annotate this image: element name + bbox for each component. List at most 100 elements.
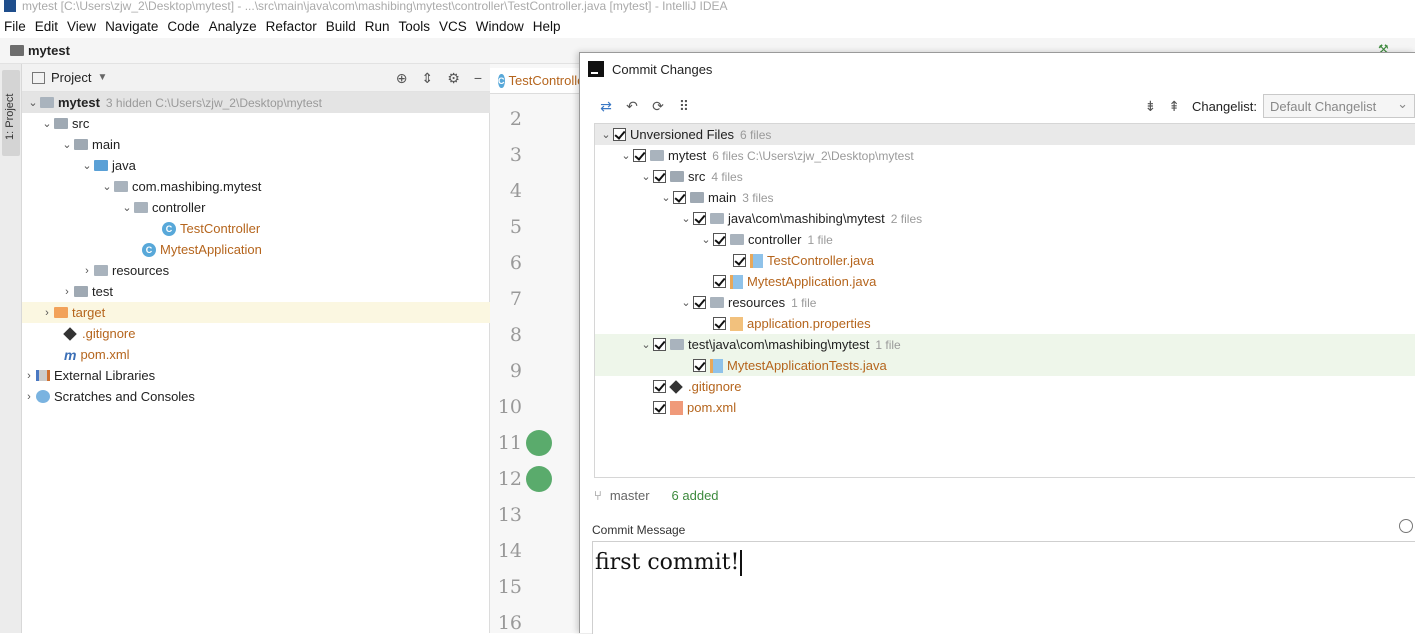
chevron-down-icon[interactable]: ⌄	[619, 149, 633, 162]
chevron-down-icon[interactable]: ⌄	[699, 233, 713, 246]
show-diff-icon[interactable]: ⇄	[598, 98, 614, 114]
checkbox[interactable]	[653, 401, 666, 414]
changes-row-unversioned[interactable]: ⌄ Unversioned Files 6 files	[595, 124, 1415, 145]
chevron-down-icon[interactable]: ▼	[97, 72, 107, 83]
tree-row-gitignore[interactable]: .gitignore	[63, 323, 135, 344]
tree-row-scratches[interactable]: › Scratches and Consoles	[22, 386, 195, 407]
menu-refactor[interactable]: Refactor	[266, 19, 317, 34]
changes-row-resources[interactable]: ⌄ resources 1 file	[595, 292, 1415, 313]
menu-analyze[interactable]: Analyze	[209, 19, 257, 34]
menu-navigate[interactable]: Navigate	[105, 19, 158, 34]
checkbox[interactable]	[713, 275, 726, 288]
chevron-down-icon[interactable]: ⌄	[100, 180, 114, 193]
group-by-icon[interactable]: ⠿	[676, 98, 692, 114]
project-tool-tab[interactable]: 1: Project	[2, 70, 20, 156]
checkbox[interactable]	[653, 380, 666, 393]
chevron-right-icon[interactable]: ›	[80, 265, 94, 277]
menu-help[interactable]: Help	[533, 19, 561, 34]
tree-row-test[interactable]: › test	[60, 281, 113, 302]
chevron-right-icon[interactable]: ›	[22, 391, 36, 403]
expand-all-icon[interactable]: ⇟	[1144, 98, 1156, 115]
collapse-all-icon[interactable]: ⇞	[1168, 98, 1180, 115]
chevron-down-icon[interactable]: ⌄	[639, 338, 653, 351]
commit-message-input[interactable]: first commit!	[592, 541, 1415, 634]
checkbox[interactable]	[693, 296, 706, 309]
checkbox[interactable]	[693, 212, 706, 225]
chevron-down-icon[interactable]: ⌄	[26, 96, 40, 109]
chevron-down-icon[interactable]: ⌄	[80, 159, 94, 172]
checkbox[interactable]	[653, 170, 666, 183]
chevron-down-icon[interactable]: ⌄	[599, 128, 613, 141]
changes-meta-src: 4 files	[711, 169, 743, 184]
gear-icon[interactable]: ⚙	[447, 70, 460, 87]
tree-row-target[interactable]: › target	[22, 302, 490, 323]
tree-row-controller[interactable]: ⌄ controller	[120, 197, 205, 218]
chevron-down-icon[interactable]: ⌄	[639, 170, 653, 183]
tree-row-pom[interactable]: m pom.xml	[64, 344, 130, 365]
tree-row-src[interactable]: ⌄ src	[40, 113, 89, 134]
menu-vcs[interactable]: VCS	[439, 19, 467, 34]
changelist-dropdown[interactable]: Default Changelist	[1263, 94, 1415, 118]
menu-view[interactable]: View	[67, 19, 96, 34]
changes-row-mytestapplication-java[interactable]: MytestApplication.java	[595, 271, 1415, 292]
tree-row-package[interactable]: ⌄ com.mashibing.mytest	[100, 176, 261, 197]
menu-run[interactable]: Run	[365, 19, 390, 34]
menu-window[interactable]: Window	[476, 19, 524, 34]
chevron-down-icon[interactable]: ⌄	[679, 212, 693, 225]
checkbox[interactable]	[733, 254, 746, 267]
changes-row-pom[interactable]: pom.xml	[595, 397, 1415, 418]
changes-row-application-properties[interactable]: application.properties	[595, 313, 1415, 334]
tree-row-external-libraries[interactable]: › External Libraries	[22, 365, 155, 386]
menu-code[interactable]: Code	[167, 19, 199, 34]
changes-row-gitignore[interactable]: .gitignore	[595, 376, 1415, 397]
spring-bean-gutter-icon[interactable]	[526, 430, 552, 456]
changes-row-main[interactable]: ⌄ main 3 files	[595, 187, 1415, 208]
chevron-down-icon[interactable]: ⌄	[120, 201, 134, 214]
menu-file[interactable]: File	[4, 19, 26, 34]
project-view-selector[interactable]: Project	[51, 70, 91, 85]
checkbox[interactable]	[653, 338, 666, 351]
minimize-icon[interactable]: −	[474, 70, 482, 87]
changes-row-controller[interactable]: ⌄ controller 1 file	[595, 229, 1415, 250]
changes-row-testcontroller-java[interactable]: TestController.java	[595, 250, 1415, 271]
checkbox[interactable]	[713, 317, 726, 330]
navbar-project-name[interactable]: mytest	[28, 43, 70, 58]
commit-history-icon[interactable]	[1399, 519, 1413, 533]
tree-row-resources[interactable]: › resources	[80, 260, 169, 281]
changes-row-mytestapplicationtests-java[interactable]: MytestApplicationTests.java	[595, 355, 1415, 376]
changes-row-test-path[interactable]: ⌄ test\java\com\mashibing\mytest 1 file	[595, 334, 1415, 355]
tree-row-main[interactable]: ⌄ main	[60, 134, 120, 155]
tree-row-testcontroller[interactable]: C TestController	[162, 218, 260, 239]
chevron-right-icon[interactable]: ›	[60, 286, 74, 298]
changes-row-src[interactable]: ⌄ src 4 files	[595, 166, 1415, 187]
tree-row-mytest-root[interactable]: ⌄ mytest 3 hidden C:\Users\zjw_2\Desktop…	[22, 92, 490, 113]
rollback-icon[interactable]: ↶	[624, 98, 640, 114]
chevron-down-icon[interactable]: ⌄	[60, 138, 74, 151]
chevron-down-icon[interactable]: ⌄	[679, 296, 693, 309]
refresh-icon[interactable]: ⟳	[650, 98, 666, 114]
checkbox[interactable]	[673, 191, 686, 204]
editor-tab-testcontroller[interactable]: C TestController	[490, 68, 580, 94]
tree-row-mytestapplication[interactable]: C MytestApplication	[142, 239, 262, 260]
changes-row-mytest[interactable]: ⌄ mytest 6 files C:\Users\zjw_2\Desktop\…	[595, 145, 1415, 166]
menu-build[interactable]: Build	[326, 19, 356, 34]
checkbox[interactable]	[613, 128, 626, 141]
line-number: 2	[509, 108, 522, 130]
collapse-all-icon[interactable]: ⇕	[422, 70, 434, 87]
checkbox[interactable]	[713, 233, 726, 246]
intellij-logo-icon	[588, 61, 604, 77]
locate-target-icon[interactable]: ⊕	[396, 70, 408, 87]
menu-edit[interactable]: Edit	[35, 19, 58, 34]
module-folder-icon	[40, 97, 54, 108]
spring-boot-run-gutter-icon[interactable]	[526, 466, 552, 492]
checkbox[interactable]	[633, 149, 646, 162]
checkbox[interactable]	[693, 359, 706, 372]
menu-tools[interactable]: Tools	[399, 19, 431, 34]
chevron-down-icon[interactable]: ⌄	[40, 117, 54, 130]
tree-row-java[interactable]: ⌄ java	[80, 155, 135, 176]
branch-name[interactable]: master	[610, 488, 650, 503]
chevron-right-icon[interactable]: ›	[40, 307, 54, 319]
changes-row-java-path[interactable]: ⌄ java\com\mashibing\mytest 2 files	[595, 208, 1415, 229]
chevron-down-icon[interactable]: ⌄	[659, 191, 673, 204]
chevron-right-icon[interactable]: ›	[22, 370, 36, 382]
